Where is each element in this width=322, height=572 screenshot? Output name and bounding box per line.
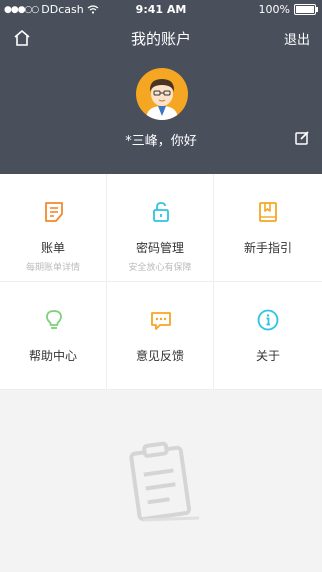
status-bar: ●●●○○ DDcash 9:41 AM 100% xyxy=(0,0,322,18)
avatar-icon xyxy=(146,79,178,120)
menu-item-subtitle: 每期账单详情 xyxy=(25,263,80,273)
clipboard-icon xyxy=(129,441,200,522)
menu-item-label: 帮助中心 xyxy=(28,349,77,363)
menu-item-label: 意见反馈 xyxy=(135,349,184,363)
lightbulb-icon xyxy=(46,310,62,329)
logout-button[interactable]: 退出 xyxy=(284,29,310,48)
account-header: ●●●○○ DDcash 9:41 AM 100% 我的账户 退出 *三峰，你好 xyxy=(0,0,322,174)
menu-item-guide[interactable]: 新手指引 xyxy=(214,174,322,282)
menu-item-about[interactable]: 关于 xyxy=(214,282,322,390)
edit-icon[interactable] xyxy=(294,130,310,146)
info-icon xyxy=(257,309,279,331)
menu-item-label: 关于 xyxy=(255,349,280,363)
user-greeting: *三峰，你好 xyxy=(125,134,197,149)
battery-icon xyxy=(294,4,318,15)
menu-grid: 账单 每期账单详情 密码管理 安全放心有保障 新手指引 帮助中心 意见反馈 关于 xyxy=(0,174,322,390)
menu-item-label: 新手指引 xyxy=(243,241,292,255)
menu-item-bill[interactable]: 账单 每期账单详情 xyxy=(0,174,107,282)
book-icon xyxy=(259,202,277,222)
menu-item-password[interactable]: 密码管理 安全放心有保障 xyxy=(107,174,214,282)
menu-item-label: 密码管理 xyxy=(135,241,184,255)
menu-item-feedback[interactable]: 意见反馈 xyxy=(107,282,214,390)
lock-icon xyxy=(153,202,169,222)
menu-item-help[interactable]: 帮助中心 xyxy=(0,282,107,390)
menu-item-subtitle: 安全放心有保障 xyxy=(128,263,192,273)
avatar[interactable] xyxy=(136,68,188,120)
battery-percent: 100% xyxy=(258,3,290,16)
bill-icon xyxy=(45,202,63,222)
page-title: 我的账户 xyxy=(130,30,191,48)
nav-bar: 我的账户 退出 xyxy=(0,24,322,52)
chat-icon xyxy=(151,312,171,330)
menu-item-label: 账单 xyxy=(40,241,65,255)
